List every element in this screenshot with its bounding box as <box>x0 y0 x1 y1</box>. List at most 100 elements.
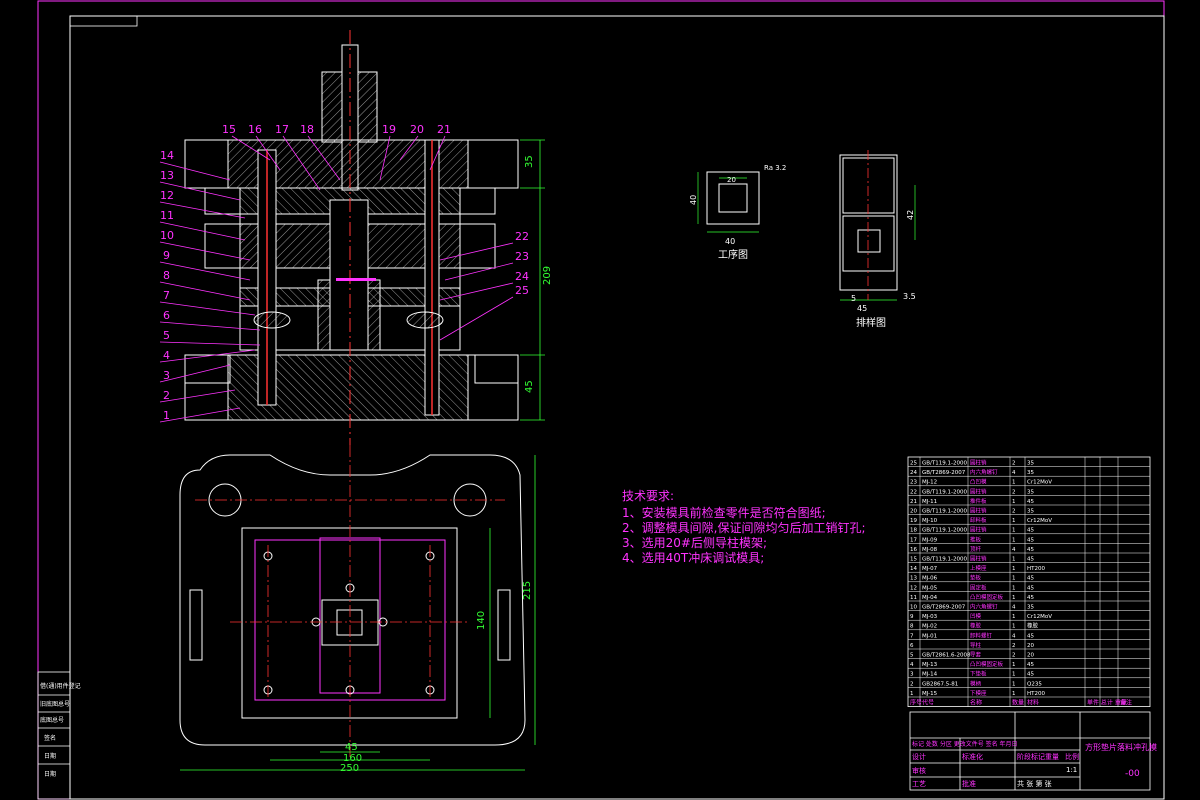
bom-cell-code: MJ-03 <box>922 614 938 620</box>
bom-cell-name: 固定板 <box>970 583 987 591</box>
bom-cell-name: 圆柱销 <box>970 555 987 563</box>
strip-layout-view <box>839 154 898 291</box>
bom-cell-mat: 45 <box>1027 595 1034 601</box>
bom-cell-qty: 4 <box>1012 547 1016 553</box>
bom-cell-code: MJ-07 <box>922 566 938 572</box>
bom-cell-code: MJ-15 <box>922 691 938 697</box>
bom-cell-no: 20 <box>910 509 917 515</box>
bom-cell-code: MJ-06 <box>922 576 938 582</box>
bom-cell-name: 凸凹模固定板 <box>970 660 1004 668</box>
bom-cell-no: 3 <box>910 672 914 678</box>
bom-cell-name: 导柱 <box>970 641 982 649</box>
bom-cell-no: 5 <box>910 653 914 659</box>
bom-cell-mat: 45 <box>1027 528 1034 534</box>
bom-cell-mat: 45 <box>1027 576 1034 582</box>
part-label: 13 <box>160 169 174 182</box>
bom-cell-mat: 20 <box>1027 653 1034 659</box>
dim-width-45: 45 <box>345 742 358 753</box>
bom-cell-name: 圆柱销 <box>970 459 987 467</box>
bom-cell-mat: HT200 <box>1027 691 1045 697</box>
bom-cell-mat: 45 <box>1027 547 1034 553</box>
part-label: 16 <box>248 123 262 136</box>
bom-cell-qty: 1 <box>1012 624 1016 630</box>
bom-cell-code: GB/T2869-2007 <box>922 605 966 611</box>
bom-cell-qty: 1 <box>1012 681 1016 687</box>
bom-cell-no: 15 <box>910 557 917 563</box>
part-label: 17 <box>275 123 289 136</box>
bom-cell-qty: 1 <box>1012 576 1016 582</box>
bom-cell-code: GB/T2869-2007 <box>922 470 966 476</box>
bom-cell-mat: 橡胶 <box>1027 622 1039 630</box>
part-label: 23 <box>515 250 529 263</box>
part-label: 11 <box>160 209 174 222</box>
bom-cell-no: 6 <box>910 643 914 649</box>
bom-cell-code: GB/T119.1-2000 <box>922 461 967 467</box>
bom-header-code: 代号 <box>922 699 934 707</box>
bom-cell-mat: 35 <box>1027 509 1034 515</box>
bom-cell-qty: 1 <box>1012 585 1016 591</box>
left-strip-label: 底图总号 <box>40 716 64 724</box>
cad-drawing-canvas[interactable]: 15 16 17 18 19 20 21 14 13 12 11 10 9 8 … <box>0 0 1200 800</box>
bom-cell-no: 1 <box>910 691 914 697</box>
bom-cell-mat: 45 <box>1027 585 1034 591</box>
bom-cell-no: 9 <box>910 614 914 620</box>
title-block-stage: 阶段标记 <box>1017 752 1045 761</box>
bom-header-no: 序号 <box>910 699 922 707</box>
bom-cell-name: 顶杆 <box>970 545 982 553</box>
bom-cell-code: MJ-01 <box>922 633 937 639</box>
bom-cell-no: 2 <box>910 681 914 687</box>
part-label: 19 <box>382 123 396 136</box>
bom-cell-mat: 35 <box>1027 470 1034 476</box>
bom-cell-name: 凸凹模固定板 <box>970 593 1004 601</box>
bom-cell-no: 4 <box>910 662 914 668</box>
bom-cell-mat: Cr12MoV <box>1027 518 1052 524</box>
bom-cell-code: GB/T119.1-2000 <box>922 509 967 515</box>
bom-cell-mat: 45 <box>1027 499 1034 505</box>
title-block-standard: 标准化 <box>962 752 983 761</box>
dim-strip-feed: 5 <box>851 294 856 303</box>
bom-cell-name: 下模座 <box>970 689 987 697</box>
title-block-process: 工艺 <box>912 780 926 788</box>
bom-cell-mat: 35 <box>1027 605 1034 611</box>
dim-width-250: 250 <box>340 763 359 774</box>
corner-tag <box>69 15 138 27</box>
part-label: 12 <box>160 189 174 202</box>
bom-cell-name: 圆柱销 <box>970 507 987 515</box>
part-label: 4 <box>163 349 170 362</box>
bom-cell-name: 凸凹模 <box>970 478 987 486</box>
bom-cell-name: 内六角螺钉 <box>970 603 998 611</box>
tech-req-item: 4、选用40T冲床调试模具; <box>622 550 764 565</box>
bom-cell-name: 凹模 <box>970 612 982 620</box>
scale-value: 1:1 <box>1066 766 1077 774</box>
title-block-approve: 批准 <box>962 779 976 788</box>
bom-cell-qty: 1 <box>1012 518 1016 524</box>
bom-cell-mat: 20 <box>1027 643 1034 649</box>
bom-cell-mat: 45 <box>1027 537 1034 543</box>
bom-cell-code: MJ-04 <box>922 595 938 601</box>
left-strip-label: 借(通)用件登记 <box>40 682 81 690</box>
bom-cell-qty: 4 <box>1012 470 1016 476</box>
bom-cell-name: 橡胶 <box>970 622 982 630</box>
left-strip-label: 旧底图总号 <box>40 700 70 708</box>
bom-cell-name: 模柄 <box>970 679 982 687</box>
bom-cell-name: 推件板 <box>970 497 987 505</box>
dim-hole-size: 20 <box>727 176 736 184</box>
bom-cell-no: 8 <box>910 624 914 630</box>
part-label: 2 <box>163 389 170 402</box>
bom-cell-code: MJ-14 <box>922 672 938 678</box>
title-block-review: 审核 <box>912 766 926 775</box>
bom-cell-mat: 45 <box>1027 662 1034 668</box>
dim-strip-width: 42 <box>906 210 915 220</box>
dim-height-140: 140 <box>476 611 487 630</box>
tech-req-item: 2、调整模具间隙,保证间隙均匀后加工销钉孔; <box>622 520 866 535</box>
strip-label: 排样图 <box>856 316 886 329</box>
tech-req-title: 技术要求: <box>622 489 674 503</box>
bom-cell-qty: 1 <box>1012 595 1016 601</box>
part-label: 6 <box>163 309 170 322</box>
dim-part-height: 40 <box>689 195 698 205</box>
bom-header-remark: 备注 <box>1120 699 1132 707</box>
bom-cell-mat: Cr12MoV <box>1027 480 1052 486</box>
bom-cell-no: 22 <box>910 489 917 495</box>
bom-cell-name: 圆柱销 <box>970 487 987 495</box>
bom-header-name: 名称 <box>970 699 982 707</box>
